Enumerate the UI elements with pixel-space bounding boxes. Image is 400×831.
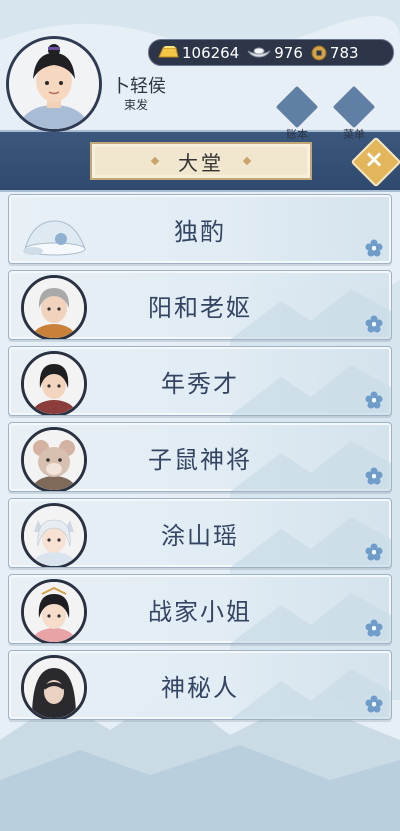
gold-resource: 106264 [157, 44, 239, 62]
list-item-zhanjia-xiaojie[interactable]: 战家小姐 [8, 574, 392, 644]
player-rank: 束发 [124, 98, 149, 112]
list-item-tushan-yao[interactable]: 涂山瑶 [8, 498, 392, 568]
diamond-ornament-icon [242, 156, 252, 166]
silver-resource: 976 [247, 44, 303, 62]
silver-amount: 976 [274, 43, 303, 62]
resource-bar: 106264 976 783 [148, 39, 394, 66]
flower-icon [365, 467, 383, 485]
character-name: 子鼠神将 [148, 445, 252, 474]
diamond-ornament-icon [150, 156, 160, 166]
flower-icon [365, 391, 383, 409]
character-name: 年秀才 [161, 369, 239, 398]
player-portrait-icon [9, 39, 99, 129]
list-item-yanghe-laoyu[interactable]: 阳和老妪 [8, 270, 392, 340]
list-item-nian-xiucai[interactable]: 年秀才 [8, 346, 392, 416]
ledger-button[interactable]: 账本 [272, 82, 322, 141]
gold-ingot-icon [158, 45, 179, 57]
menu-button[interactable]: 菜单 [329, 82, 379, 141]
character-name: 战家小姐 [148, 597, 252, 626]
flower-icon [365, 695, 383, 713]
coin-amount: 783 [329, 43, 359, 62]
character-name: 阳和老妪 [148, 293, 252, 322]
coin-resource: 783 [311, 44, 359, 62]
list-item-shenmiren[interactable]: 神秘人 [8, 650, 392, 720]
list-item-zishu-shenjiang[interactable]: 子鼠神将 [8, 422, 392, 492]
character-name: 独酌 [174, 217, 226, 246]
copper-coin-icon [311, 45, 327, 60]
flower-icon [365, 239, 383, 257]
flower-icon [365, 543, 383, 561]
player-avatar[interactable] [6, 36, 102, 132]
screen-title-frame: 大堂 [90, 142, 312, 180]
close-icon: × [363, 145, 385, 173]
flower-icon [365, 315, 383, 333]
ledger-icon [272, 82, 322, 132]
silver-ingot-icon [247, 47, 271, 58]
character-name: 神秘人 [161, 673, 239, 702]
gold-amount: 106264 [182, 43, 240, 62]
player-name: 卜轻侯 [112, 76, 166, 97]
character-name: 涂山瑶 [161, 521, 239, 550]
screen-title: 大堂 [178, 150, 224, 175]
menu-icon [329, 82, 379, 132]
list-item-duzhuo[interactable]: 独酌 [8, 194, 392, 264]
flower-icon [365, 619, 383, 637]
